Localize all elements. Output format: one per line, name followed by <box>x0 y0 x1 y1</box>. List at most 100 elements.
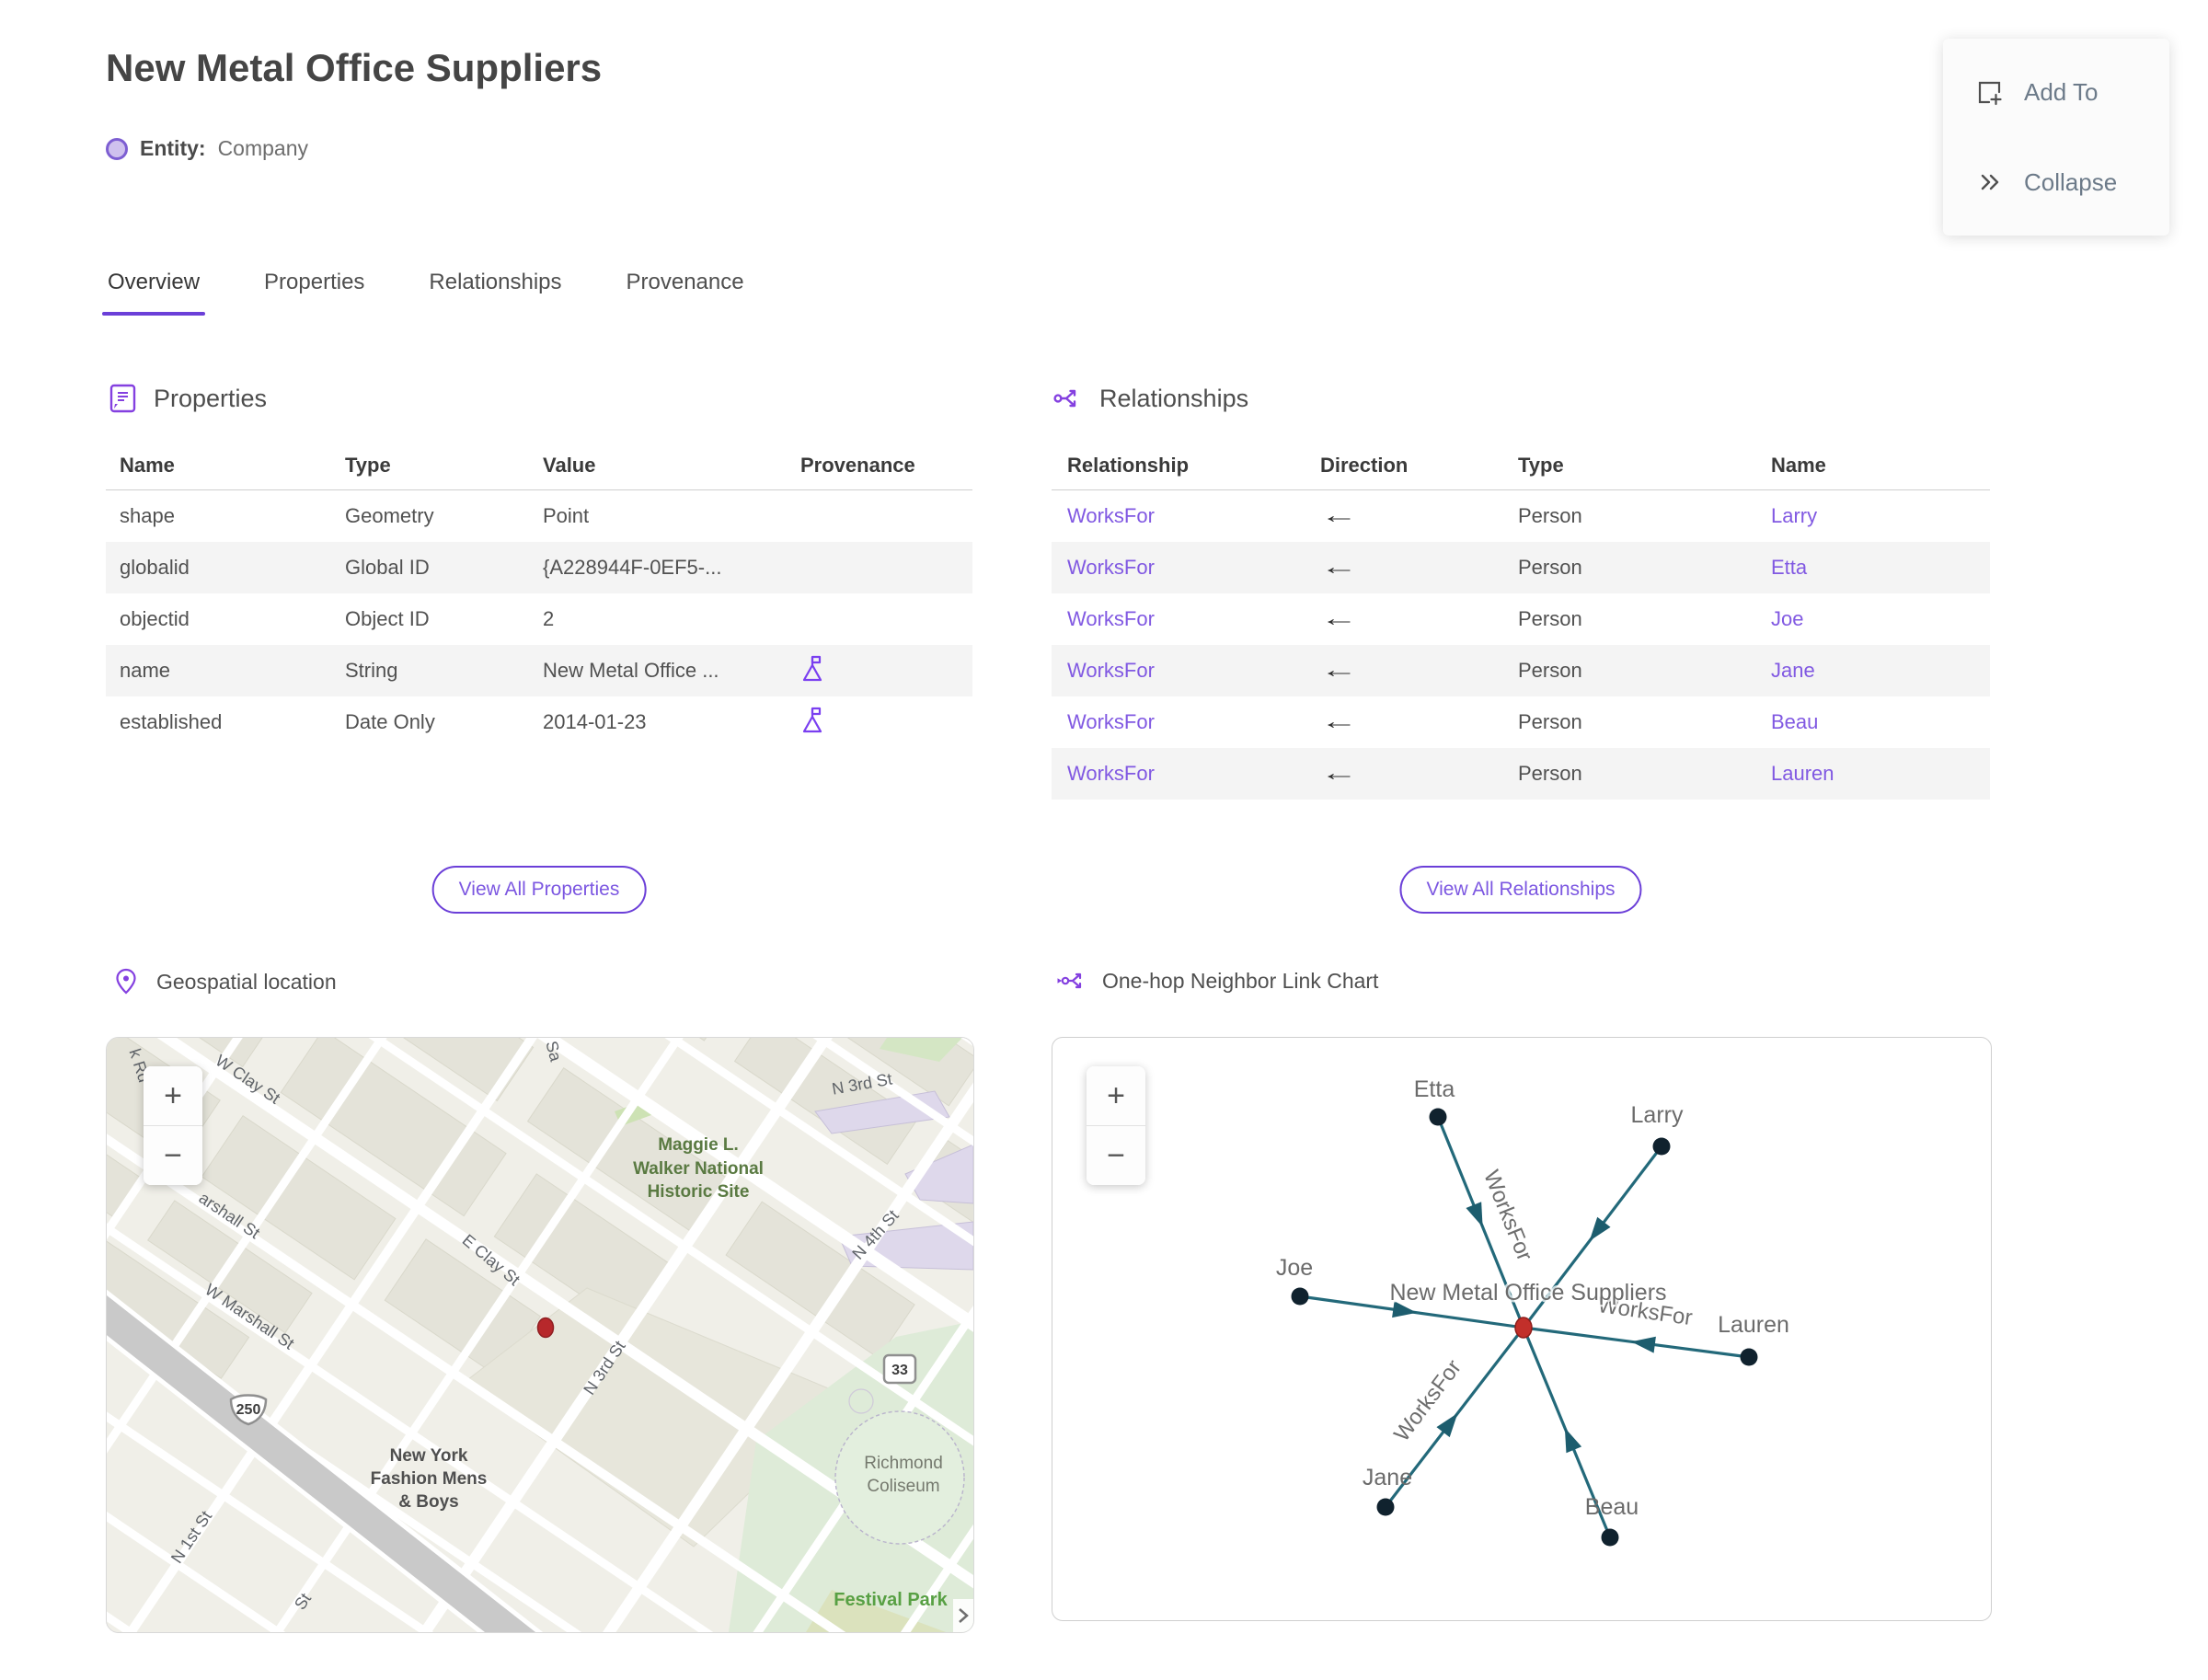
map-zoom-in-button[interactable]: + <box>144 1066 202 1125</box>
map-label: Coliseum <box>867 1477 939 1496</box>
column-header: Relationship <box>1067 454 1190 477</box>
route-shield-va33: 33 <box>882 1353 917 1385</box>
relationship-row: WorksFor ← Person Beau <box>1052 696 1990 748</box>
graph-edge-label: WorksFor <box>1478 1167 1537 1264</box>
related-entity-name-link[interactable]: Joe <box>1771 607 1803 630</box>
graph-center-node[interactable] <box>1514 1317 1533 1339</box>
view-all-properties-button[interactable]: View All Properties <box>431 866 647 914</box>
relationships-table-body: WorksFor ← Person Larry WorksFor ← Person Etta W… <box>1052 490 1990 800</box>
link-chart-icon <box>1057 972 1082 989</box>
property-type: Date Only <box>345 710 435 733</box>
graph-node[interactable] <box>1740 1348 1758 1366</box>
property-type: Geometry <box>345 504 434 527</box>
column-header: Value <box>543 454 596 477</box>
graph-edge-label: WorksFor <box>1389 1355 1466 1446</box>
properties-icon <box>109 384 136 413</box>
graph-edge-arrow <box>1564 1427 1582 1454</box>
geospatial-section-title: Geospatial location <box>156 969 337 994</box>
graph-node[interactable] <box>1652 1137 1671 1156</box>
property-type: Global ID <box>345 556 430 579</box>
relationship-type-link[interactable]: WorksFor <box>1067 762 1155 785</box>
map-pin-icon <box>116 968 136 995</box>
graph-node-label: Jane <box>1363 1465 1412 1490</box>
graph-node[interactable] <box>1601 1528 1619 1547</box>
graph-node[interactable] <box>1376 1498 1395 1516</box>
relationship-type-link[interactable]: WorksFor <box>1067 556 1155 579</box>
property-row: established Date Only 2014-01-23 <box>106 696 972 748</box>
map-label: Festival Park <box>834 1590 948 1610</box>
related-entity-name-link[interactable]: Lauren <box>1771 762 1834 785</box>
property-value: 2014-01-23 <box>543 710 647 733</box>
provenance-flag-icon[interactable] <box>800 706 825 734</box>
property-provenance <box>787 654 972 688</box>
entity-type-icon <box>106 137 128 160</box>
relationship-type-link[interactable]: WorksFor <box>1067 504 1155 527</box>
relationships-section-title: Relationships <box>1099 384 1249 412</box>
property-value: {A228944F-0EF5-... <box>543 556 722 579</box>
tab-relationships[interactable]: Relationships <box>425 270 565 316</box>
tab-overview[interactable]: Overview <box>101 270 206 316</box>
geospatial-map-panel: + − 250 33 k Rd W Clay St Sa N 3rd St N … <box>106 1037 974 1633</box>
properties-table: Name Type Value Provenance shape Geometry… <box>106 442 972 748</box>
direction-arrow: ← <box>1320 503 1358 528</box>
graph-node-label: Joe <box>1276 1255 1313 1281</box>
related-entity-type: Person <box>1518 504 1582 527</box>
related-entity-name-link[interactable]: Etta <box>1771 556 1807 579</box>
collapse-button[interactable]: Collapse <box>1974 167 2169 197</box>
graph-node[interactable] <box>1429 1108 1447 1126</box>
related-entity-name-link[interactable]: Larry <box>1771 504 1817 527</box>
direction-arrow: ← <box>1320 555 1358 580</box>
properties-section-header: Properties <box>106 379 972 418</box>
add-to-label: Add To <box>2024 77 2099 106</box>
relationships-table: Relationship Direction Type Name WorksFo… <box>1052 442 1990 800</box>
map-label: Richmond <box>864 1454 943 1473</box>
relationship-type-link[interactable]: WorksFor <box>1067 659 1155 682</box>
tab-provenance[interactable]: Provenance <box>623 270 748 316</box>
provenance-flag-icon[interactable] <box>800 654 825 683</box>
property-row: objectid Object ID 2 <box>106 593 972 645</box>
chevrons-right-icon <box>1981 174 1999 190</box>
graph-node-label: Etta <box>1414 1076 1455 1102</box>
page-title: New Metal Office Suppliers <box>106 46 603 89</box>
relationship-row: WorksFor ← Person Joe <box>1052 593 1990 645</box>
entity-label: Entity: <box>140 136 206 160</box>
relationship-type-link[interactable]: WorksFor <box>1067 607 1155 630</box>
link-chart-section-title: One-hop Neighbor Link Chart <box>1102 968 1379 993</box>
property-value: Point <box>543 504 590 527</box>
property-type: Object ID <box>345 607 430 630</box>
map-label: Maggie L. <box>658 1135 739 1155</box>
direction-arrow: ← <box>1320 761 1358 786</box>
map-label: Walker National <box>633 1159 764 1179</box>
map-canvas[interactable]: 250 33 k Rd W Clay St SaN 3rd StN 4th Star… <box>107 1038 973 1632</box>
map-zoom-out-button[interactable]: − <box>144 1125 202 1185</box>
link-chart-canvas[interactable]: WorksForWorksForWorksForEttaLarryJoeLaur… <box>1052 1038 1989 1618</box>
property-row: name String New Metal Office ... <box>106 645 972 696</box>
graph-node[interactable] <box>1291 1287 1309 1306</box>
graph-edge-arrow <box>1436 1413 1458 1438</box>
add-to-button[interactable]: Add To <box>1974 77 2169 107</box>
property-name: objectid <box>120 607 190 630</box>
tab-properties[interactable]: Properties <box>260 270 368 316</box>
related-entity-name-link[interactable]: Jane <box>1771 659 1815 682</box>
related-entity-type: Person <box>1518 607 1582 630</box>
related-entity-name-link[interactable]: Beau <box>1771 710 1818 733</box>
map-label: Fashion Mens <box>371 1469 488 1489</box>
properties-section-title: Properties <box>154 384 268 412</box>
view-all-relationships-button[interactable]: View All Relationships <box>1399 866 1642 914</box>
property-value: New Metal Office ... <box>543 659 719 682</box>
column-header: Name <box>1771 454 1826 477</box>
link-chart-section-header: One-hop Neighbor Link Chart <box>1056 967 1378 995</box>
related-entity-type: Person <box>1518 556 1582 579</box>
graph-edge-arrow <box>1589 1216 1611 1241</box>
column-header: Type <box>345 454 391 477</box>
property-name: shape <box>120 504 175 527</box>
graph-node-label: Larry <box>1631 1102 1684 1128</box>
entity-location-marker <box>536 1317 555 1339</box>
map-attribution-toggle[interactable] <box>953 1599 973 1632</box>
link-chart-zoom-out-button[interactable]: − <box>1087 1125 1145 1185</box>
link-chart-zoom-in-button[interactable]: + <box>1087 1066 1145 1125</box>
related-entity-type: Person <box>1518 710 1582 733</box>
relationship-type-link[interactable]: WorksFor <box>1067 710 1155 733</box>
related-entity-type: Person <box>1518 762 1582 785</box>
property-name: established <box>120 710 223 733</box>
